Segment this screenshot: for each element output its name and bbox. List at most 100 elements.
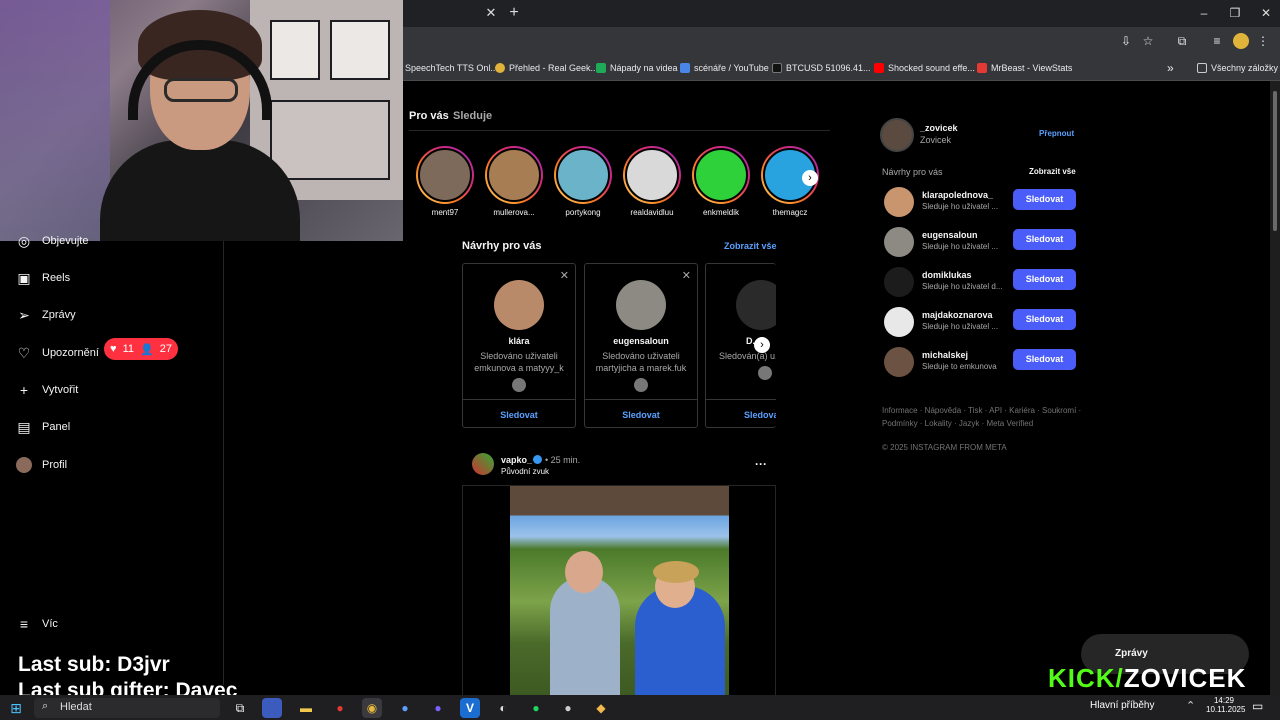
media-icon[interactable]: ≡ [1209,33,1225,49]
story-item[interactable]: realdavidluu [622,146,682,217]
nav-notifications[interactable]: ♡ Upozornění [16,341,99,365]
instagram-main: Pro vás Sleduje ment97 mullerova... port… [403,81,1269,696]
story-item[interactable]: enkmeldik [691,146,751,217]
discord-icon[interactable]: ● [428,698,448,718]
notifications-icon[interactable]: ▭ [1252,699,1263,713]
post-audio[interactable]: Původní zvuk [501,467,549,476]
stories-next-icon[interactable]: › [802,170,818,186]
bookmark-item[interactable]: SpeechTech TTS Onl... [405,61,498,75]
extensions-icon[interactable]: ⧉ [1174,33,1190,49]
app-icon[interactable]: ● [330,698,350,718]
close-tab-icon[interactable]: ✕ [483,5,499,21]
more-options-icon[interactable]: ··· [755,457,767,471]
story-item[interactable]: mullerova... [484,146,544,217]
bookmarks-bar: SpeechTech TTS Onl... Přehled - Real Gee… [403,56,1280,81]
show-all-link[interactable]: Zobrazit vše [724,241,777,251]
follow-button[interactable]: Sledovat [1013,269,1076,290]
nav-messages[interactable]: ➢ Zprávy [16,303,76,327]
bookmark-item[interactable]: scénáře / YouTube [680,61,769,75]
folder-icon[interactable]: ▬ [296,698,316,718]
avatar[interactable] [884,187,914,217]
restore-icon[interactable]: ❐ [1225,4,1245,22]
window-close-icon[interactable]: ✕ [1256,4,1276,22]
suggestion-card: ✕ eugensaloun Sledováno uživateli martyj… [584,263,698,428]
taskbar-search[interactable]: ⌕ Hledat [34,698,220,718]
close-icon[interactable]: ✕ [560,269,569,282]
footer-links[interactable]: Podmínky · Lokality · Jazyk · Meta Verif… [882,419,1033,428]
new-tab-button[interactable]: + [505,4,523,22]
tab-for-you[interactable]: Pro vás [409,110,449,122]
start-icon[interactable]: ⊞ [6,698,26,718]
tab-following[interactable]: Sleduje [453,110,492,122]
close-icon[interactable]: ✕ [682,269,691,282]
avatar [494,280,544,330]
footer-links[interactable]: Informace · Nápověda · Tisk · API · Kari… [882,406,1081,415]
story-item[interactable]: ment97 [415,146,475,217]
profile-avatar[interactable] [1233,33,1249,49]
chrome-menu-icon[interactable]: ⋮ [1255,33,1271,49]
post-time: • 25 min. [545,455,581,465]
bookmark-item[interactable]: BTCUSD 51096.41... [772,61,871,75]
avatar [616,280,666,330]
nav-more[interactable]: ≡ Víc [16,612,58,636]
show-all-link[interactable]: Zobrazit vše [1029,167,1076,176]
follow-button[interactable]: Sledovat [1013,349,1076,370]
follow-button[interactable]: Sledovat [1013,189,1076,210]
nav-panel[interactable]: ▤ Panel [16,415,70,439]
post-username[interactable]: vapko_ [501,455,532,465]
heart-icon: ♥ [110,343,117,355]
install-app-icon[interactable]: ⇩ [1118,33,1134,49]
avatar[interactable] [884,267,914,297]
current-username[interactable]: _zovicek [920,123,958,133]
task-view-icon[interactable]: ⧉ [230,698,250,718]
bookmarks-more-icon[interactable]: » [1167,61,1174,75]
story-item[interactable]: portykong [553,146,613,217]
verified-icon [533,455,542,464]
minimize-icon[interactable]: – [1194,4,1214,22]
app-icon[interactable]: ● [558,698,578,718]
bookmark-star-icon[interactable]: ☆ [1140,33,1156,49]
notification-badge[interactable]: ♥ 11 👤 27 [104,338,178,360]
follow-button[interactable]: Sledovat [585,399,697,427]
app-icon[interactable] [262,698,282,718]
follow-button[interactable]: Sledovat [706,399,776,427]
bookmark-item[interactable]: MrBeast - ViewStats [977,61,1072,75]
kick-channel-logo: KICK/ZOVICEK [1048,663,1247,693]
vegas-icon[interactable]: V [460,698,480,718]
suggestion-card: ✕ klára Sledováno uživateli emkunova a m… [462,263,576,428]
current-fullname: Zovicek [920,135,952,145]
nav-reels[interactable]: ▣ Reels [16,266,70,290]
spotify-icon[interactable]: ● [526,698,546,718]
suggestions-title: Návrhy pro vás [882,167,943,177]
news-widget[interactable]: Hlavní příběhy [1090,700,1154,711]
browser-toolbar: ⇩ ☆ ⧉ ≡ ⋮ [403,27,1280,56]
follow-button[interactable]: Sledovat [463,399,575,427]
post-media[interactable] [462,485,776,696]
app-icon[interactable]: ● [395,698,415,718]
carousel-next-icon[interactable]: › [754,337,770,353]
bookmark-item[interactable]: Shocked sound effe... [874,61,975,75]
copyright: © 2025 INSTAGRAM FROM META [882,443,1007,452]
tray-chevron-icon[interactable]: ⌃ [1186,699,1195,712]
nav-create[interactable]: + Vytvořit [16,378,78,402]
avatar[interactable] [884,227,914,257]
avatar[interactable] [884,347,914,377]
reels-icon: ▣ [17,270,31,286]
switch-account-link[interactable]: Přepnout [1039,129,1074,138]
heart-icon: ♡ [17,345,31,361]
bookmark-item[interactable]: Nápady na videa [596,61,678,75]
app-icon[interactable]: ◆ [591,698,611,718]
nav-profile[interactable]: Profil [16,453,67,477]
follow-button[interactable]: Sledovat [1013,309,1076,330]
nav-explore[interactable]: ◎ Objevujte [16,229,89,253]
scrollbar[interactable] [1270,81,1280,695]
chrome-icon[interactable]: ◉ [362,698,382,718]
avatar[interactable] [472,453,494,475]
obs-icon[interactable]: ◐ [493,698,513,718]
bookmark-item[interactable]: Přehled - Real Geek... [495,61,598,75]
avatar[interactable] [884,307,914,337]
clock[interactable]: 14:29 10.11.2025 [1206,696,1245,714]
follow-button[interactable]: Sledovat [1013,229,1076,250]
avatar[interactable] [880,118,914,152]
all-bookmarks[interactable]: Všechny záložky [1197,61,1278,75]
